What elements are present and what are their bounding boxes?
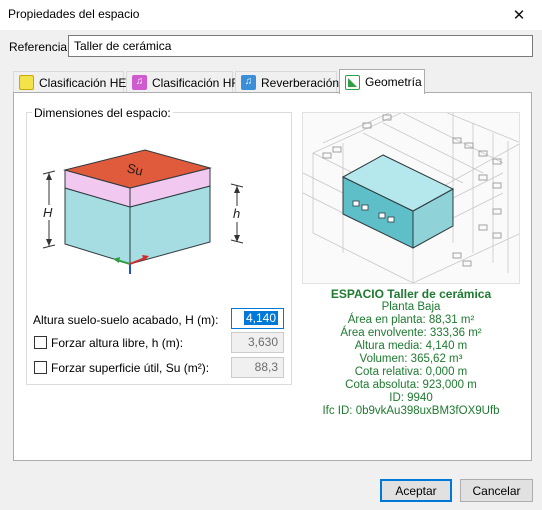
free-height-label: Forzar altura libre, h (m): bbox=[51, 336, 184, 350]
space-info-line: Altura media: 4,140 m bbox=[354, 340, 468, 352]
music-note-icon: ♫ bbox=[241, 75, 256, 90]
accept-button[interactable]: Aceptar bbox=[380, 479, 452, 502]
arrowhead bbox=[46, 239, 52, 246]
space-dimensions-diagram: Su H h bbox=[41, 149, 245, 274]
dimensions-group-label: Dimensiones del espacio: bbox=[32, 106, 173, 120]
tab-label: Clasificación HR bbox=[152, 75, 241, 90]
height-input[interactable]: 4,140 bbox=[231, 308, 284, 329]
geometry-icon bbox=[345, 74, 360, 90]
reference-label: Referencia: bbox=[9, 40, 71, 54]
tab-clasificacion-he1[interactable]: Clasificación HE1 bbox=[13, 71, 133, 93]
geometry-panel: Dimensiones del espacio: Su H h Altura s… bbox=[13, 92, 532, 461]
tab-label: Reverberación bbox=[261, 75, 340, 90]
dimensions-group: Dimensiones del espacio: Su H h Altura s… bbox=[26, 106, 292, 385]
height-diagram-label: H bbox=[43, 205, 53, 220]
tab-geometria[interactable]: Geometría bbox=[339, 69, 425, 94]
building-wireframe bbox=[303, 113, 519, 283]
music-note-icon: ♫ bbox=[132, 75, 147, 90]
tab-reverberacion[interactable]: ♫ Reverberación bbox=[235, 71, 340, 93]
space-info-line: Volumen: 365,62 m³ bbox=[359, 353, 463, 365]
space-info-line: Planta Baja bbox=[381, 301, 441, 313]
close-icon[interactable]: ✕ bbox=[496, 0, 542, 30]
space-info-line: Ifc ID: 0b9vkAu398uxBM3fOX9Ufb bbox=[322, 405, 500, 417]
arrowhead bbox=[234, 186, 240, 193]
tab-label: Clasificación HE1 bbox=[39, 75, 134, 90]
space-info-line: Área en planta: 88,31 m² bbox=[347, 314, 475, 326]
tab-label: Geometría bbox=[365, 75, 422, 89]
force-useful-area-checkbox[interactable] bbox=[34, 361, 47, 374]
space-info-line: Cota absoluta: 923,000 m bbox=[345, 379, 477, 391]
space-info-line: ID: 9940 bbox=[389, 392, 433, 404]
reference-input[interactable] bbox=[68, 35, 533, 57]
space-info-line: Cota relativa: 0,000 m bbox=[354, 366, 468, 378]
title-bar: Propiedades del espacio ✕ bbox=[0, 0, 542, 30]
useful-area-input[interactable]: 88,3 bbox=[231, 357, 284, 378]
free-height-input[interactable]: 3,630 bbox=[231, 332, 284, 353]
space-info-heading: ESPACIO Taller de cerámica bbox=[330, 287, 492, 301]
height-label: Altura suelo-suelo acabado, H (m): bbox=[33, 313, 219, 327]
window-title: Propiedades del espacio bbox=[8, 7, 140, 21]
tab-clasificacion-hr[interactable]: ♫ Clasificación HR bbox=[126, 71, 240, 93]
force-free-height-checkbox[interactable] bbox=[34, 336, 47, 349]
space-info-line: Área envolvente: 333,36 m² bbox=[340, 327, 482, 339]
space-info: ESPACIO Taller de cerámica Planta Baja Á… bbox=[302, 288, 520, 418]
free-height-diagram-label: h bbox=[233, 206, 240, 221]
cancel-button[interactable]: Cancelar bbox=[460, 479, 533, 502]
arrowhead bbox=[46, 173, 52, 180]
space-3d-preview[interactable] bbox=[302, 112, 520, 284]
useful-area-label: Forzar superficie útil, Su (m²): bbox=[51, 361, 210, 375]
yellow-tab-icon bbox=[19, 75, 34, 90]
